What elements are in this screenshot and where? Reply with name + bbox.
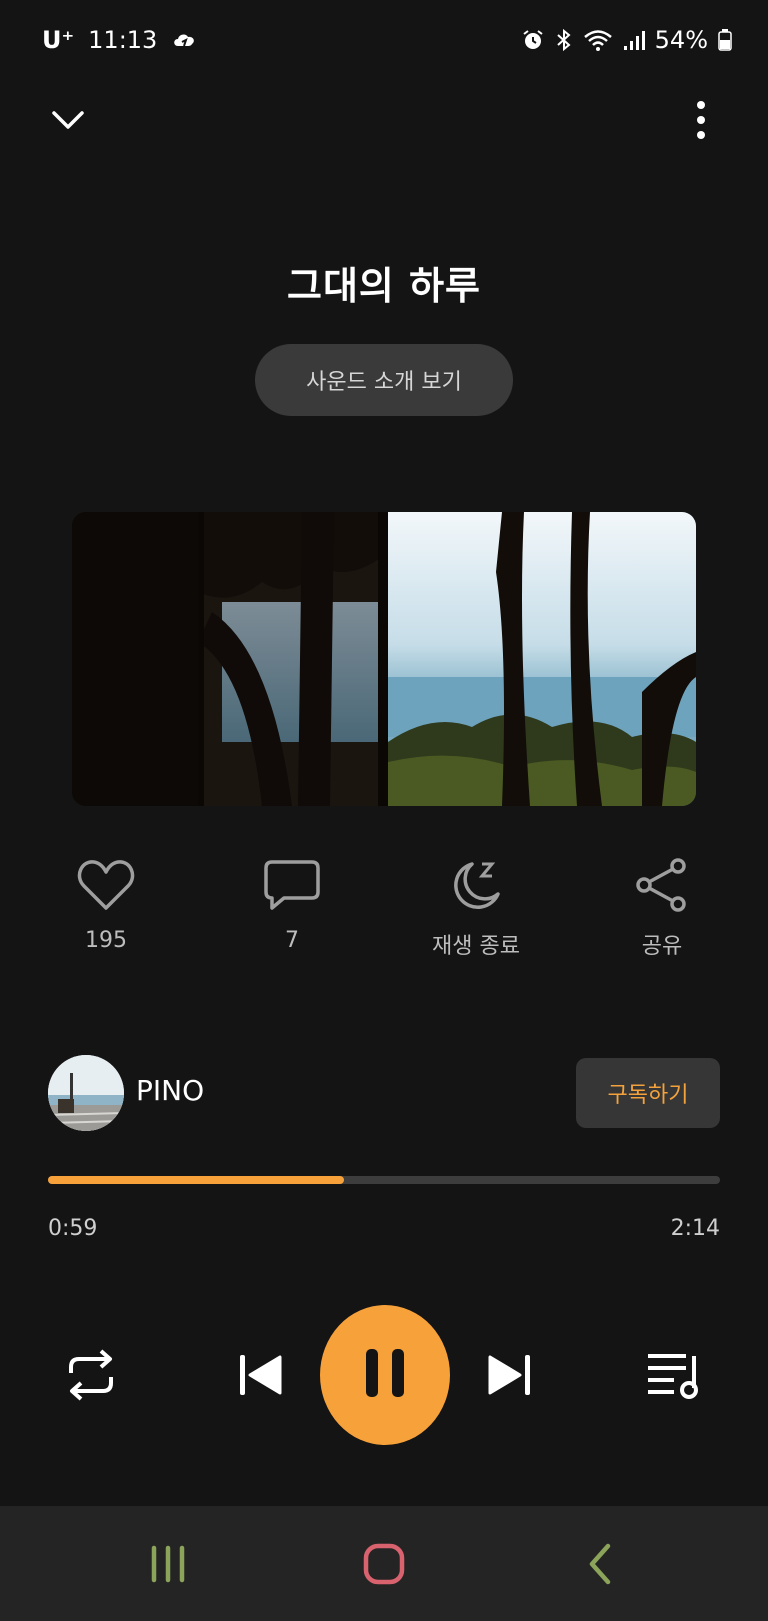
channel-name[interactable]: PINO [136, 1074, 204, 1107]
total-time: 2:14 [670, 1216, 720, 1241]
action-row: 195 7 재생 종료 공유 [0, 858, 768, 968]
more-options-icon[interactable] [676, 90, 726, 150]
like-count: 195 [85, 928, 127, 953]
repeat-icon[interactable] [56, 1340, 126, 1410]
avatar[interactable] [48, 1055, 124, 1131]
cloud-icon [171, 28, 199, 52]
share-label: 공유 [641, 934, 683, 959]
comment-icon [262, 860, 322, 916]
battery-percent: 54% [654, 26, 708, 54]
pause-icon [364, 1347, 406, 1403]
sleep-timer-button[interactable]: 재생 종료 [406, 858, 546, 960]
next-icon[interactable] [474, 1340, 544, 1410]
system-navbar [0, 1506, 768, 1621]
comment-count: 7 [285, 928, 299, 953]
playlist-icon[interactable] [640, 1340, 710, 1410]
share-icon [632, 858, 692, 916]
carrier-label: U⁺ [42, 26, 75, 54]
sleep-timer-icon [446, 862, 506, 916]
comment-button[interactable]: 7 [222, 858, 362, 953]
battery-icon [718, 28, 732, 52]
subscribe-button[interactable]: 구독하기 [576, 1058, 720, 1128]
progress-fill [48, 1176, 344, 1184]
back-icon[interactable] [540, 1506, 660, 1621]
sleep-timer-label: 재생 종료 [432, 934, 520, 959]
progress-bar[interactable] [48, 1176, 720, 1184]
pause-button[interactable] [320, 1305, 450, 1445]
previous-icon[interactable] [226, 1340, 296, 1410]
heart-icon [76, 860, 136, 916]
bluetooth-icon [555, 28, 573, 52]
sound-intro-button[interactable]: 사운드 소개 보기 [255, 344, 513, 416]
wifi-icon [583, 28, 613, 52]
album-art [72, 512, 696, 806]
playback-controls [0, 1300, 768, 1450]
alarm-icon [521, 28, 545, 52]
status-time: 11:13 [88, 26, 158, 54]
home-icon[interactable] [324, 1506, 444, 1621]
like-button[interactable]: 195 [36, 858, 176, 953]
current-time: 0:59 [48, 1216, 98, 1241]
collapse-chevron-icon[interactable] [40, 92, 96, 148]
recent-apps-icon[interactable] [108, 1506, 228, 1621]
share-button[interactable]: 공유 [592, 858, 732, 960]
signal-icon [623, 28, 645, 52]
status-bar: U⁺ 11:13 54% [0, 20, 768, 60]
track-title: 그대의 하루 [286, 264, 482, 308]
